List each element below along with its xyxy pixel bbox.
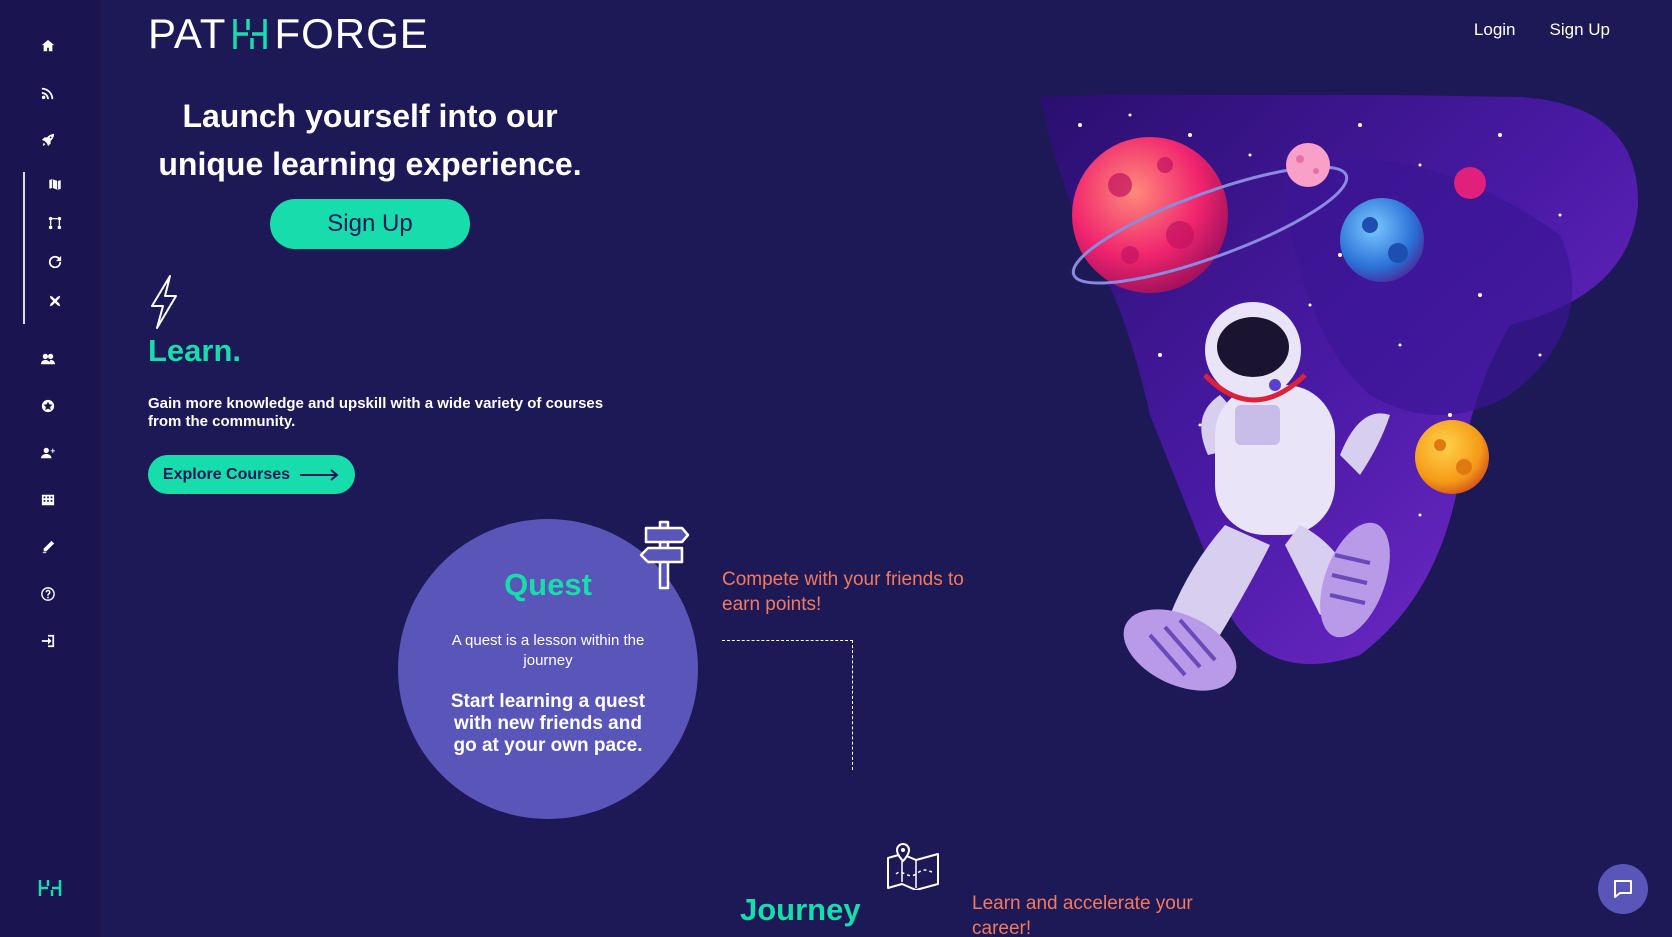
quest-tagline: Compete with your friends to earn points… (722, 569, 964, 615)
map-pin-icon (887, 842, 939, 890)
hero-title: Launch yourself into our unique learning… (158, 98, 582, 182)
login-link[interactable]: Login (1474, 20, 1516, 40)
top-nav: Login Sign Up (1474, 20, 1610, 40)
explore-courses-button[interactable]: Explore Courses (148, 455, 355, 494)
sidebar (0, 0, 101, 937)
explore-courses-label: Explore Courses (162, 465, 291, 483)
brand-text-left: PAT (148, 10, 227, 57)
sidebar-group-line (23, 172, 25, 324)
rocket-icon[interactable] (38, 130, 58, 150)
brand-text-right: FORGE (274, 10, 429, 57)
user-add-icon[interactable] (38, 443, 58, 463)
login-icon[interactable] (38, 631, 58, 651)
connector-line (722, 640, 853, 770)
building-icon[interactable] (38, 490, 58, 510)
astronaut-illustration (1040, 95, 1639, 691)
quest-subtitle: A quest is a lesson within the journey (451, 632, 645, 669)
path-icon[interactable] (45, 213, 65, 233)
home-icon[interactable] (38, 36, 58, 56)
journey-title: Journey (740, 892, 861, 927)
feed-icon[interactable] (38, 83, 58, 103)
signpost-icon (639, 520, 690, 590)
arrow-right-icon (300, 468, 339, 481)
brand-logo[interactable]: PAT FORGE (148, 10, 429, 58)
signup-link[interactable]: Sign Up (1550, 20, 1610, 40)
journey-tagline: Learn and accelerate your career! (972, 893, 1193, 937)
tools-icon[interactable] (45, 291, 65, 311)
lightning-icon (151, 275, 177, 329)
chat-icon (1614, 880, 1632, 898)
chat-button[interactable] (1598, 864, 1648, 914)
learn-description: Gain more knowledge and upskill with a w… (148, 395, 604, 430)
learn-title: Learn. (148, 333, 242, 368)
brand-mark-icon (232, 17, 268, 51)
quest-main-text: Start learning a quest with new friends … (450, 691, 646, 756)
users-icon[interactable] (38, 349, 58, 369)
star-icon[interactable] (38, 396, 58, 416)
map-icon[interactable] (45, 174, 65, 194)
hero-signup-button[interactable]: Sign Up (270, 199, 470, 249)
pencil-icon[interactable] (38, 537, 58, 557)
pathforge-logo-icon[interactable] (38, 878, 62, 898)
help-icon[interactable] (38, 584, 58, 604)
refresh-icon[interactable] (45, 252, 65, 272)
